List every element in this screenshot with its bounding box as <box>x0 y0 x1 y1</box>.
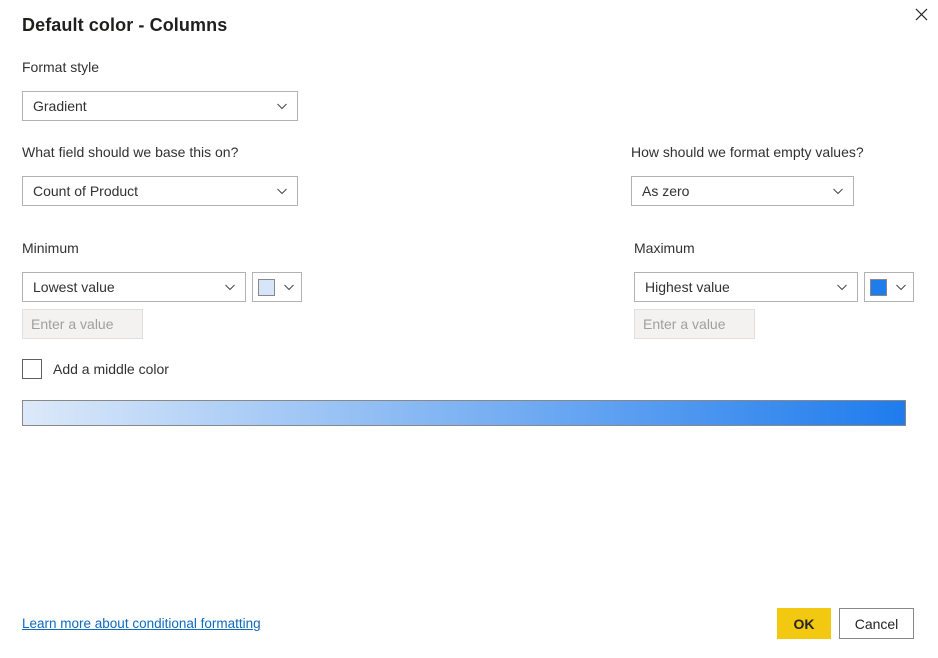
chevron-down-icon <box>894 280 908 294</box>
format-style-label: Format style <box>22 59 99 75</box>
gradient-preview-bar <box>22 400 906 426</box>
chevron-down-icon <box>223 280 237 294</box>
maximum-value-input[interactable] <box>634 309 755 339</box>
add-middle-color-checkbox[interactable] <box>22 359 42 379</box>
maximum-color-picker[interactable] <box>864 272 914 302</box>
base-field-label: What field should we base this on? <box>22 144 238 160</box>
format-style-value: Gradient <box>33 92 275 120</box>
empty-values-dropdown[interactable]: As zero <box>631 176 854 206</box>
close-button[interactable] <box>904 0 938 28</box>
empty-values-label: How should we format empty values? <box>631 144 864 160</box>
format-style-dropdown[interactable]: Gradient <box>22 91 298 121</box>
chevron-down-icon <box>275 99 289 113</box>
cancel-button[interactable]: Cancel <box>839 608 914 639</box>
minimum-color-swatch <box>258 279 275 296</box>
minimum-rule-value: Lowest value <box>33 273 223 301</box>
base-field-dropdown[interactable]: Count of Product <box>22 176 298 206</box>
minimum-value-input[interactable] <box>22 309 143 339</box>
chevron-down-icon <box>282 280 296 294</box>
conditional-formatting-dialog: Default color - Columns Format style Gra… <box>0 0 938 658</box>
maximum-rule-value: Highest value <box>645 273 835 301</box>
chevron-down-icon <box>835 280 849 294</box>
chevron-down-icon <box>275 184 289 198</box>
add-middle-color-row[interactable]: Add a middle color <box>22 359 169 379</box>
minimum-rule-dropdown[interactable]: Lowest value <box>22 272 246 302</box>
ok-button[interactable]: OK <box>777 608 831 639</box>
dialog-title: Default color - Columns <box>22 15 227 36</box>
base-field-value: Count of Product <box>33 177 275 205</box>
maximum-label: Maximum <box>634 240 695 256</box>
empty-values-value: As zero <box>642 177 831 205</box>
chevron-down-icon <box>831 184 845 198</box>
learn-more-link[interactable]: Learn more about conditional formatting <box>22 616 261 631</box>
close-icon <box>915 8 928 21</box>
add-middle-color-label: Add a middle color <box>53 361 169 377</box>
minimum-color-picker[interactable] <box>252 272 302 302</box>
maximum-rule-dropdown[interactable]: Highest value <box>634 272 858 302</box>
minimum-label: Minimum <box>22 240 79 256</box>
maximum-color-swatch <box>870 279 887 296</box>
